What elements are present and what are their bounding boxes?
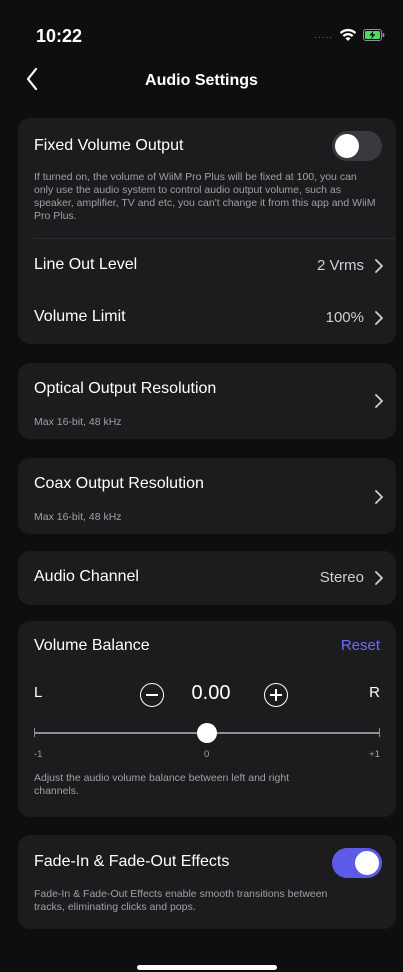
slider-max-label: +1 — [369, 749, 380, 760]
volume-balance-card: Volume Balance Reset L 0.00 R -1 0 +1 Ad… — [18, 621, 396, 817]
balance-right-label: R — [369, 684, 380, 701]
chevron-right-icon — [375, 571, 383, 585]
decrease-balance-button[interactable] — [140, 683, 164, 707]
balance-value: 0.00 — [191, 682, 231, 704]
audio-channel-card[interactable]: Audio Channel Stereo — [18, 551, 396, 605]
coax-output-resolution-card[interactable]: Coax Output Resolution Max 16-bit, 48 kH… — [18, 458, 396, 534]
coax-output-subtitle: Max 16-bit, 48 kHz — [34, 511, 122, 523]
page-title: Audio Settings — [145, 72, 258, 89]
line-out-level-row[interactable]: Line Out Level 2 Vrms — [18, 239, 396, 291]
balance-controls: L 0.00 R — [18, 681, 396, 709]
volume-balance-description: Adjust the audio volume balance between … — [34, 772, 290, 797]
fixed-volume-toggle[interactable] — [332, 131, 382, 161]
volume-limit-row[interactable]: Volume Limit 100% — [18, 292, 396, 344]
audio-channel-label: Audio Channel — [34, 568, 139, 585]
minus-icon — [146, 694, 158, 696]
fixed-volume-title: Fixed Volume Output — [34, 137, 184, 154]
slider-tick-right — [379, 728, 380, 737]
fade-effects-title: Fade-In & Fade-Out Effects — [34, 853, 230, 870]
increase-balance-button[interactable] — [264, 683, 288, 707]
audio-channel-value: Stereo — [319, 569, 364, 586]
signal-dots: ..... — [314, 29, 333, 41]
volume-limit-value: 100% — [325, 309, 364, 326]
optical-output-title: Optical Output Resolution — [34, 380, 217, 397]
optical-output-subtitle: Max 16-bit, 48 kHz — [34, 416, 122, 428]
balance-slider[interactable] — [34, 721, 380, 745]
volume-limit-label: Volume Limit — [34, 308, 126, 325]
toggle-knob — [355, 851, 379, 875]
battery-charging-icon — [363, 29, 385, 41]
slider-mid-label: 0 — [204, 749, 210, 760]
balance-left-label: L — [34, 684, 43, 701]
output-settings-card: Fixed Volume Output If turned on, the vo… — [18, 118, 396, 344]
status-time: 10:22 — [36, 26, 83, 46]
home-indicator[interactable] — [137, 965, 277, 970]
fixed-volume-description: If turned on, the volume of WiiM Pro Plu… — [34, 171, 376, 222]
optical-output-resolution-card[interactable]: Optical Output Resolution Max 16-bit, 48… — [18, 363, 396, 439]
chevron-right-icon — [375, 259, 383, 273]
coax-output-title: Coax Output Resolution — [34, 475, 204, 492]
fade-effects-toggle[interactable] — [332, 848, 382, 878]
line-out-level-label: Line Out Level — [34, 256, 138, 273]
status-icons: ..... — [314, 28, 385, 42]
line-out-level-value: 2 Vrms — [317, 257, 364, 274]
volume-balance-title: Volume Balance — [34, 637, 150, 654]
fade-effects-description: Fade-In & Fade-Out Effects enable smooth… — [34, 888, 328, 913]
audio-settings-screen: 10:22 ..... Audio Settings Fixed Volume … — [0, 0, 403, 972]
status-bar: 10:22 ..... — [0, 0, 403, 70]
slider-min-label: -1 — [34, 749, 43, 760]
chevron-right-icon — [375, 490, 383, 504]
slider-tick-left — [34, 728, 35, 737]
fade-effects-card: Fade-In & Fade-Out Effects Fade-In & Fad… — [18, 835, 396, 929]
slider-thumb[interactable] — [197, 723, 217, 743]
wifi-icon — [339, 28, 357, 41]
chevron-right-icon — [375, 311, 383, 325]
reset-button[interactable]: Reset — [341, 637, 380, 654]
chevron-right-icon — [375, 394, 383, 408]
toggle-knob — [335, 134, 359, 158]
nav-bar: Audio Settings — [0, 62, 403, 98]
